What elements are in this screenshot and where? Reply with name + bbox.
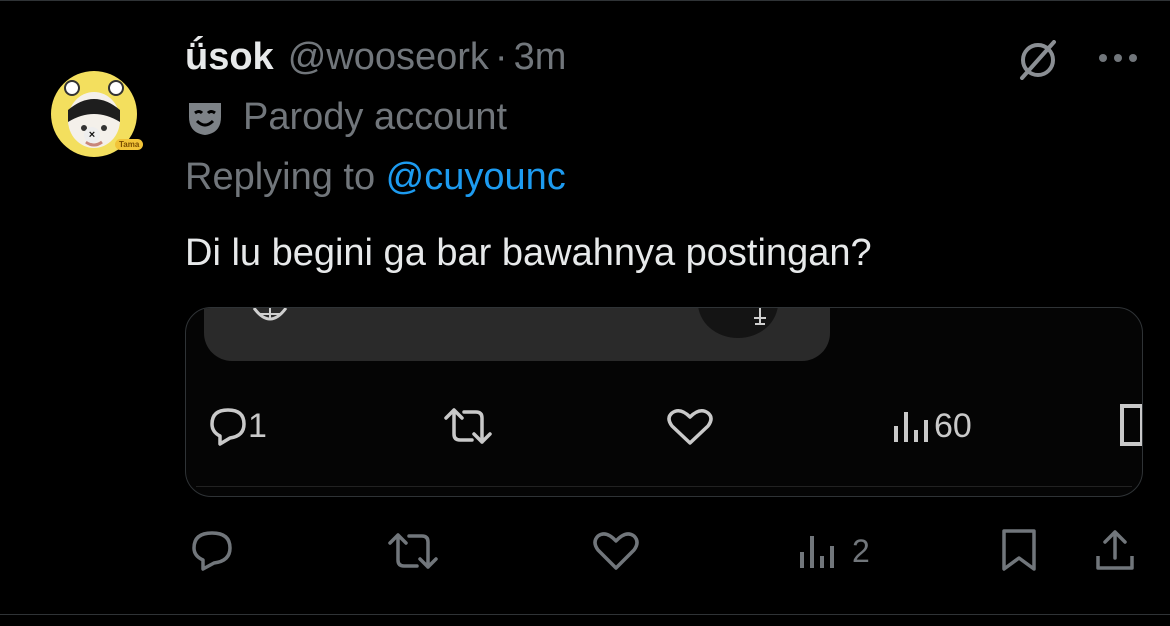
share-icon xyxy=(1096,530,1134,570)
mention-link[interactable]: @cuyounc xyxy=(386,156,566,198)
tweet-header: ǘsok @wooseork · 3m xyxy=(185,36,566,80)
like-icon xyxy=(667,409,713,445)
more-icon[interactable] xyxy=(1095,48,1141,68)
views-icon xyxy=(800,536,834,568)
grok-icon[interactable] xyxy=(1014,40,1062,80)
parody-label-row: Parody account xyxy=(185,96,507,139)
embedded-reply-count: 1 xyxy=(248,406,267,445)
share-button[interactable] xyxy=(1094,528,1136,572)
embedded-like xyxy=(666,408,714,446)
tweet-text: Di lu begini ga bar bawahnya postingan? xyxy=(185,232,872,274)
separator-dot: · xyxy=(494,36,508,78)
views-button[interactable]: 2 xyxy=(796,530,870,572)
embedded-divider xyxy=(196,486,1132,487)
bookmark-icon xyxy=(1120,404,1142,446)
retweet-icon xyxy=(388,533,438,569)
embedded-views: 60 xyxy=(890,406,972,446)
bottom-divider xyxy=(0,614,1170,615)
replying-prefix: Replying to xyxy=(185,156,386,198)
avatar[interactable]: × Tama xyxy=(38,70,150,158)
user-handle[interactable]: @wooseork xyxy=(288,36,489,79)
globe-icon xyxy=(252,308,288,321)
parody-mask-icon xyxy=(189,102,221,135)
like-icon xyxy=(593,532,639,570)
embedded-image[interactable]: 1 60 xyxy=(185,307,1143,497)
embedded-retweet xyxy=(442,408,494,444)
reply-icon xyxy=(210,408,246,446)
embedded-bookmark xyxy=(1118,404,1142,448)
embedded-glyph-icon xyxy=(754,308,766,325)
like-button[interactable] xyxy=(592,531,640,571)
timestamp[interactable]: 3m xyxy=(514,36,567,79)
bookmark-button[interactable] xyxy=(1000,528,1038,572)
embedded-reply: 1 xyxy=(208,406,267,446)
view-count: 2 xyxy=(852,532,870,569)
display-name[interactable]: ǘsok xyxy=(185,36,274,79)
parody-label: Parody account xyxy=(243,96,508,138)
retweet-button[interactable] xyxy=(386,532,440,570)
reply-icon xyxy=(192,531,232,571)
close-icon: × xyxy=(84,127,100,143)
top-divider xyxy=(0,0,1170,1)
avatar-tag: Tama xyxy=(115,139,144,150)
bookmark-icon xyxy=(1002,529,1036,571)
reply-button[interactable] xyxy=(190,528,234,572)
replying-to: Replying to @cuyounc xyxy=(185,156,566,199)
views-icon xyxy=(894,412,928,442)
embedded-view-count: 60 xyxy=(934,406,972,445)
retweet-icon xyxy=(444,408,492,444)
